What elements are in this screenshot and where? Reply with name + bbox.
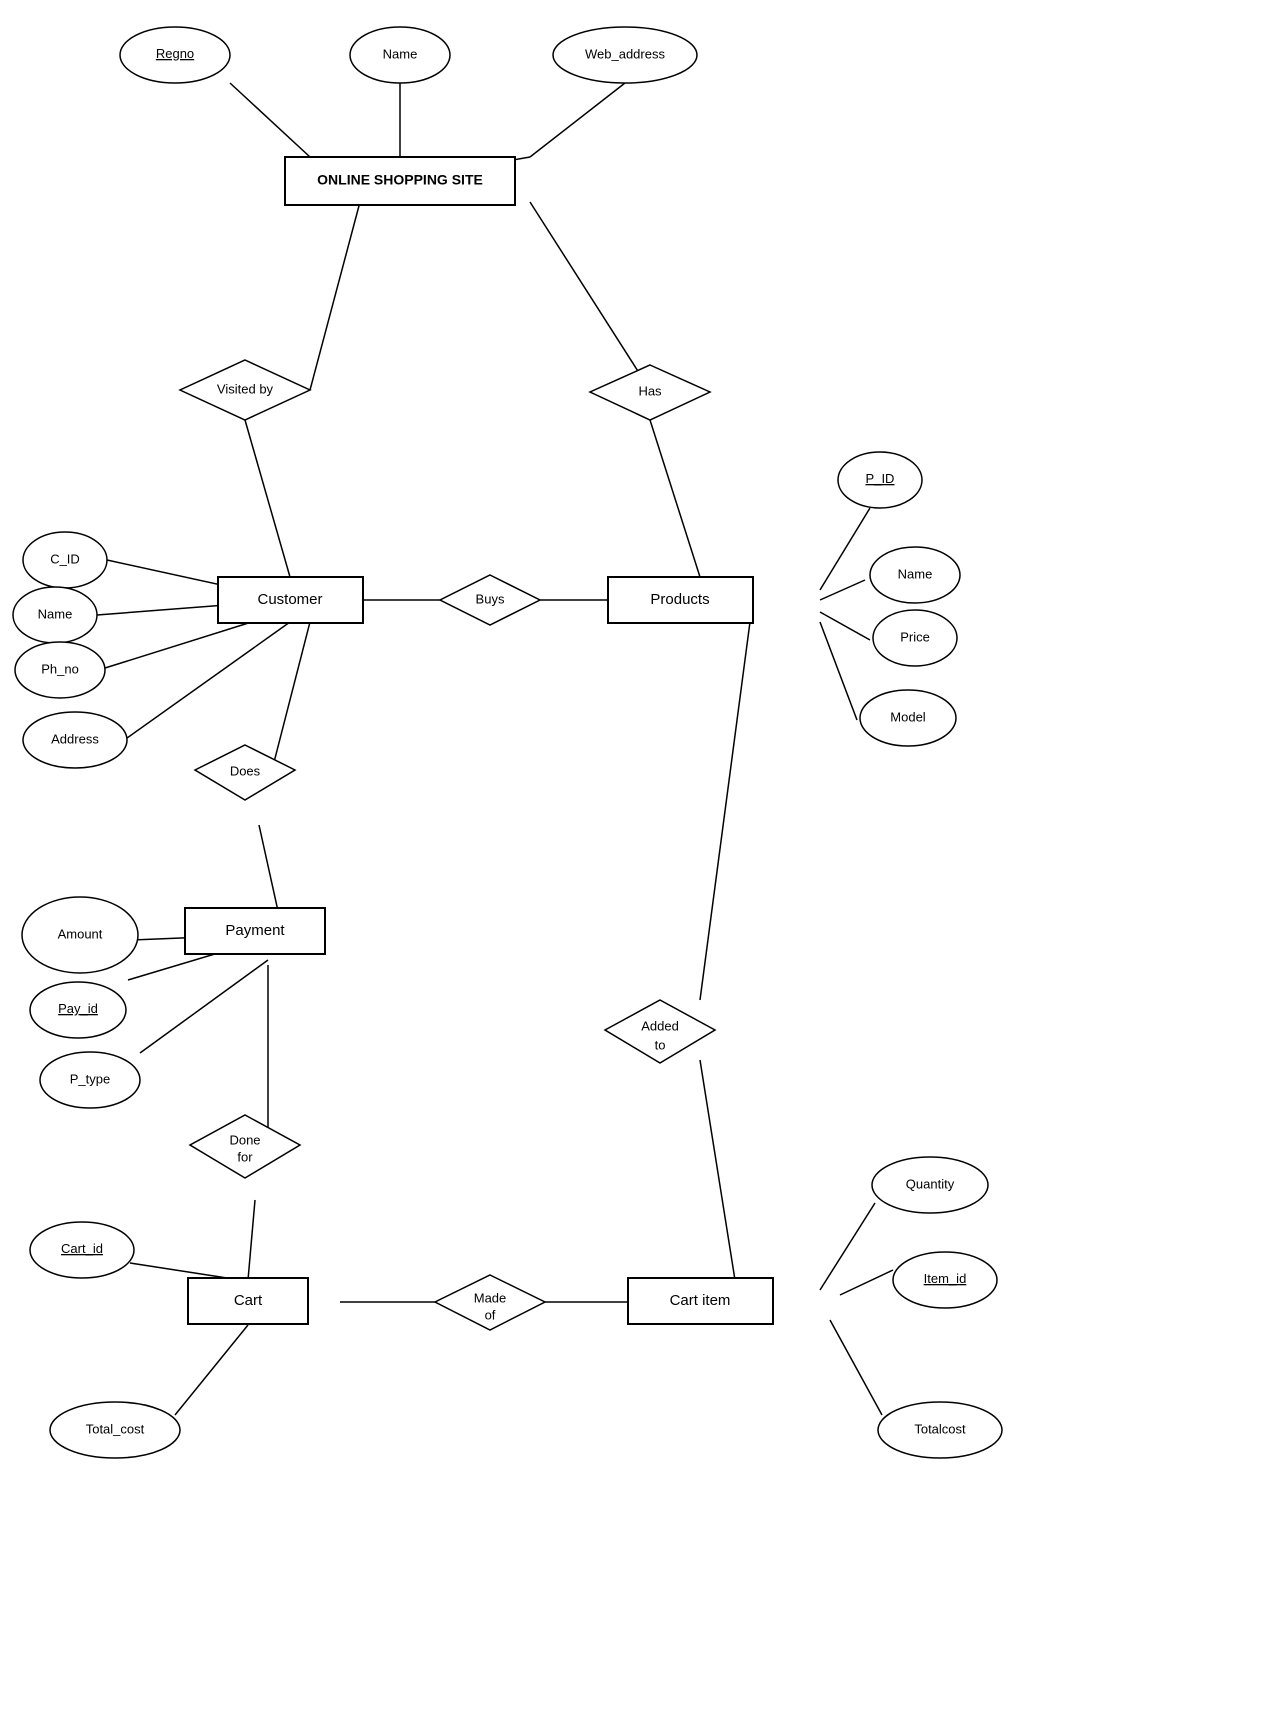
oss-entity-label: ONLINE SHOPPING SITE (317, 172, 483, 188)
prod-model-attr: Model (890, 709, 926, 724)
products-entity-label: Products (650, 591, 709, 608)
prod-pid-attr: P_ID (866, 471, 895, 486)
pay-amount-attr: Amount (58, 926, 103, 941)
madeof-label2: of (485, 1307, 496, 1322)
ci-itemid-attr: Item_id (924, 1271, 967, 1286)
madeof-label: Made (474, 1290, 507, 1305)
donefor-label2: for (237, 1149, 253, 1164)
cart-totalcost-attr: Total_cost (86, 1421, 145, 1436)
has-label: Has (638, 383, 662, 398)
oss-web-attr: Web_address (585, 46, 665, 61)
pay-ptype-attr: P_type (70, 1071, 110, 1086)
ci-quantity-attr: Quantity (906, 1176, 955, 1191)
does-label: Does (230, 763, 261, 778)
cart-cartid-attr: Cart_id (61, 1241, 103, 1256)
payment-entity-label: Payment (225, 922, 285, 939)
cart-entity-label: Cart (234, 1292, 263, 1309)
cust-cid-attr: C_ID (50, 551, 80, 566)
addedto-label2: to (655, 1037, 666, 1052)
ci-totalcost-attr: Totalcost (914, 1421, 966, 1436)
cartitem-entity-label: Cart item (670, 1292, 731, 1309)
prod-price-attr: Price (900, 629, 930, 644)
svg-text:Regno: Regno (156, 46, 194, 61)
donefor-label: Done (229, 1132, 260, 1147)
cust-name-attr: Name (38, 606, 73, 621)
oss-regno-attr: Regno (156, 46, 194, 61)
cust-phno-attr: Ph_no (41, 661, 79, 676)
pay-payid-attr: Pay_id (58, 1001, 98, 1016)
buys-label: Buys (476, 591, 505, 606)
visitedby-label: Visited by (217, 381, 274, 396)
prod-name-attr: Name (898, 566, 933, 581)
addedto-label: Added (641, 1018, 679, 1033)
customer-entity-label: Customer (257, 591, 322, 608)
oss-name-attr: Name (383, 46, 418, 61)
cust-addr-attr: Address (51, 731, 99, 746)
